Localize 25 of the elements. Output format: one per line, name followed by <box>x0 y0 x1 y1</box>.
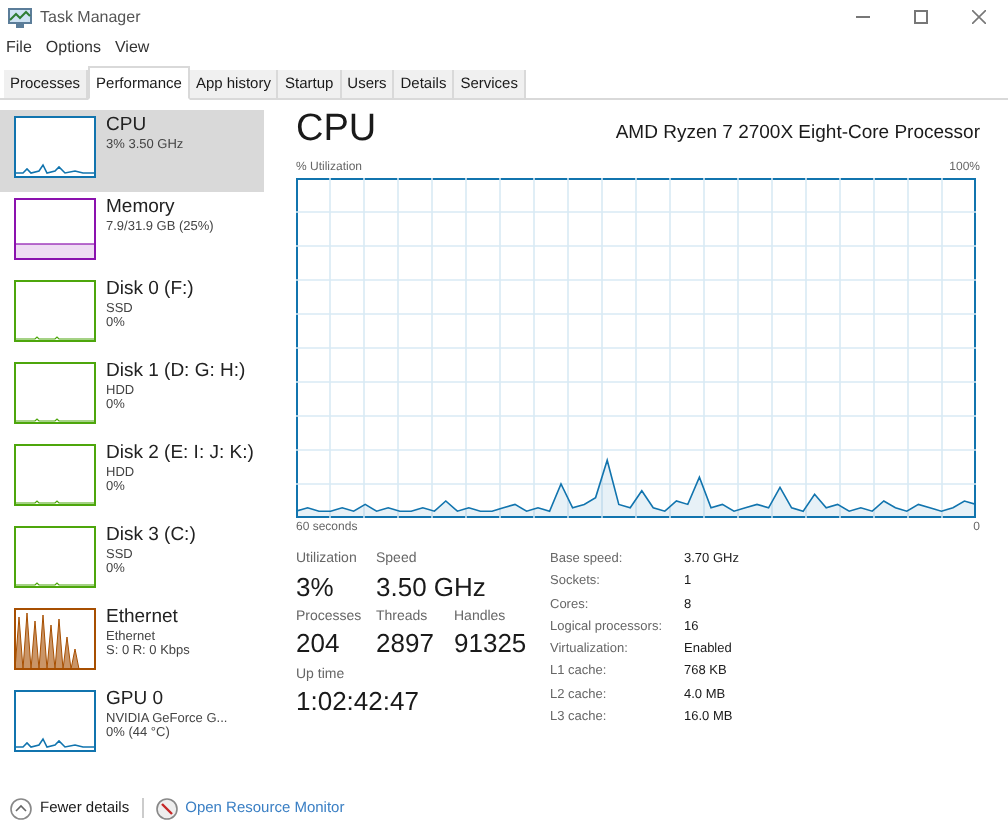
stat-value: 204 <box>296 628 342 661</box>
minimize-icon <box>856 16 870 18</box>
stat-value: 1:02:42:47 <box>296 686 421 719</box>
window-title: Task Manager <box>40 5 141 29</box>
item-name: Disk 1 (D: G: H:) <box>106 362 246 384</box>
item-name: GPU 0 <box>106 690 166 712</box>
maximize-icon <box>914 10 928 24</box>
stat-value: 2897 <box>376 628 436 661</box>
monitor-chart-icon <box>8 7 32 27</box>
stat-value: 91325 <box>454 628 529 661</box>
item-name: Disk 3 (C:) <box>106 526 196 548</box>
close-icon <box>972 10 986 24</box>
menu-item[interactable]: File <box>6 36 32 60</box>
item-name: CPU <box>106 116 149 138</box>
item-name: Ethernet <box>106 608 180 630</box>
chevron-up-icon <box>10 797 32 819</box>
processor-name: AMD Ryzen 7 2700X Eight-Core Processor <box>615 119 980 148</box>
item-name: Disk 0 (F:) <box>106 280 194 302</box>
stat-value: 3% <box>296 571 336 604</box>
menu-item[interactable]: Options <box>45 36 101 60</box>
page-title: CPU <box>296 110 377 148</box>
stat-value: 3.50 GHz <box>376 571 488 604</box>
item-name: Disk 2 (E: I: J: K:) <box>106 444 254 466</box>
item-name: Memory <box>106 198 177 220</box>
menu-item[interactable]: View <box>114 36 150 60</box>
